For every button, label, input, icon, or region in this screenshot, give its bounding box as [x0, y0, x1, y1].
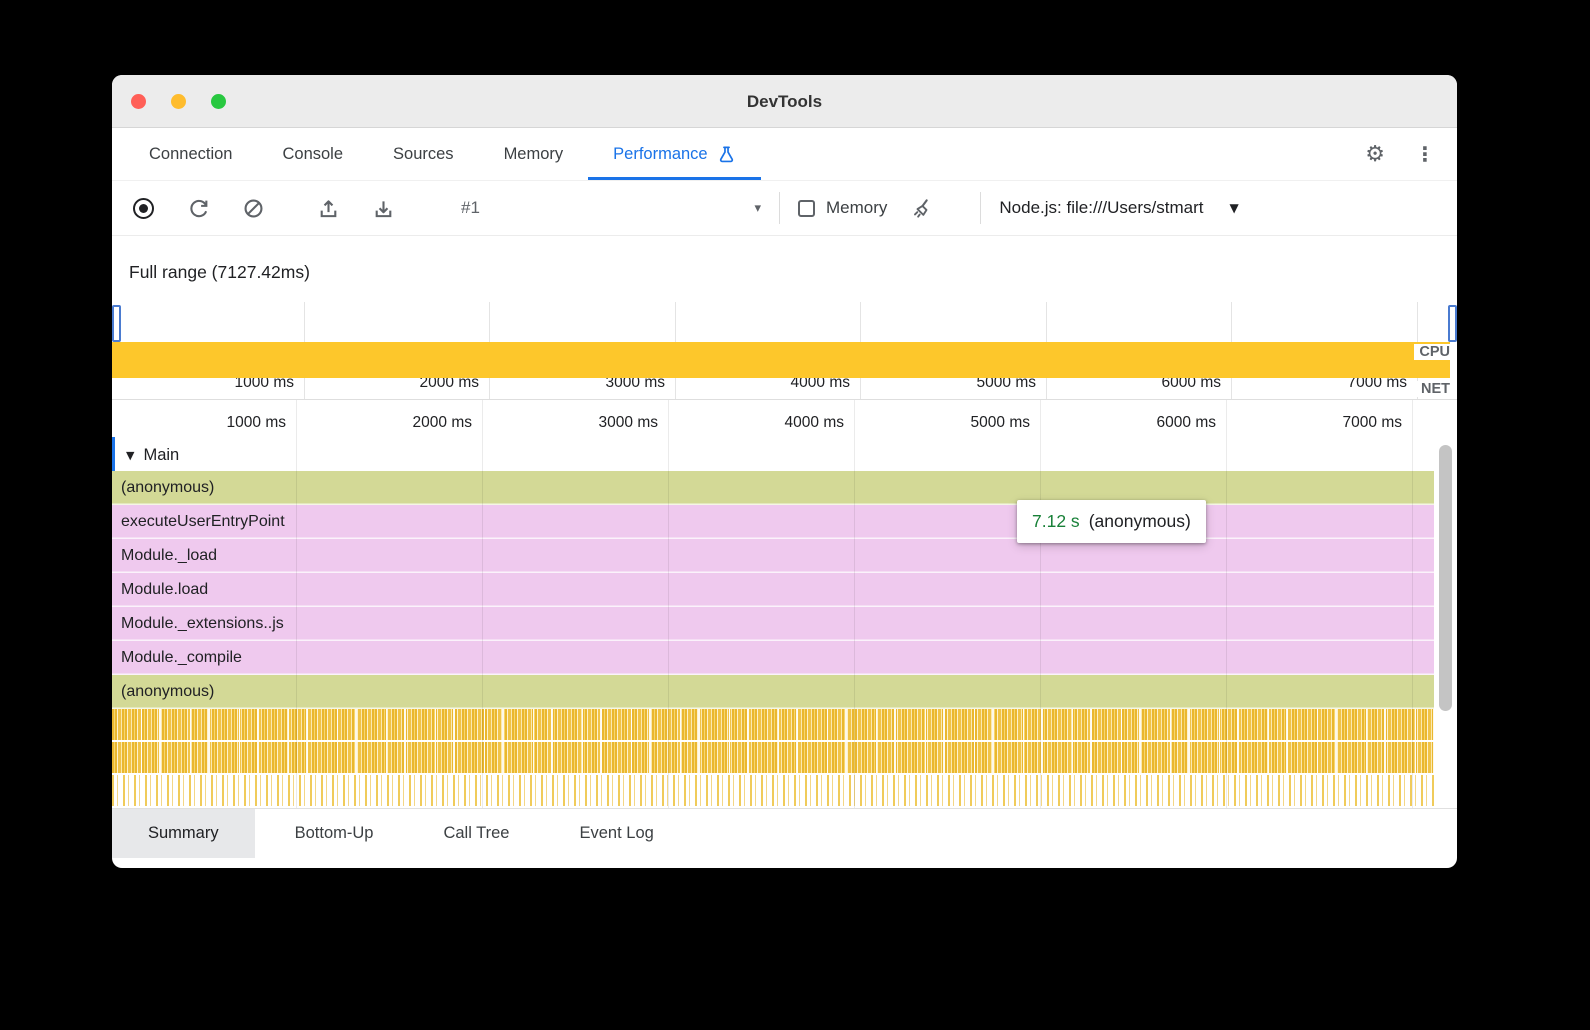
- target-chevron-down-icon[interactable]: ▼: [1229, 201, 1238, 215]
- record-button[interactable]: [128, 193, 158, 223]
- flame-frame-execute-user-entry-point[interactable]: executeUserEntryPoint: [112, 505, 1434, 539]
- ruler-tick-label: 2000 ms: [413, 414, 472, 432]
- tooltip-duration: 7.12 s: [1032, 511, 1080, 532]
- tab-bottom-up[interactable]: Bottom-Up: [265, 809, 404, 858]
- target-select-value[interactable]: Node.js: file:///Users/stmart: [999, 198, 1203, 218]
- reload-and-record-button[interactable]: [183, 193, 213, 223]
- window-title: DevTools: [112, 75, 1457, 128]
- minimize-window-button[interactable]: [171, 94, 186, 109]
- traffic-lights: [131, 94, 226, 109]
- titlebar: DevTools: [112, 75, 1457, 128]
- garbage-collect-broom-icon: [911, 197, 934, 220]
- range-handle-left[interactable]: [112, 305, 121, 342]
- ruler-tick-label: 4000 ms: [785, 414, 844, 432]
- memory-checkbox[interactable]: [798, 200, 815, 217]
- memory-checkbox-label: Memory: [826, 198, 887, 218]
- collapse-triangle-icon[interactable]: ▼: [126, 449, 134, 462]
- block-icon: [242, 197, 265, 220]
- upload-icon: [317, 197, 340, 220]
- timeline-overview[interactable]: 1000 ms 2000 ms 3000 ms 4000 ms 5000 ms …: [112, 302, 1457, 400]
- tabbar-right-controls: ⚙ ⋮: [1365, 128, 1457, 180]
- ruler-tick-label: 5000 ms: [971, 414, 1030, 432]
- grid-line: [668, 400, 669, 808]
- grid-line: [1040, 400, 1041, 808]
- panel-tabbar: Connection Console Sources Memory Perfor…: [112, 128, 1457, 181]
- save-profile-button[interactable]: [368, 193, 398, 223]
- flame-frame-anonymous[interactable]: (anonymous): [112, 471, 1434, 505]
- flame-frame-module-compile[interactable]: Module._compile: [112, 641, 1434, 675]
- main-track-header[interactable]: ▼ Main: [112, 440, 1457, 471]
- flame-frame-module-extensions-js[interactable]: Module._extensions..js: [112, 607, 1434, 641]
- flame-chart[interactable]: 1000 ms 2000 ms 3000 ms 4000 ms 5000 ms …: [112, 400, 1457, 808]
- profile-history-select[interactable]: #1 ▾: [461, 198, 761, 218]
- ruler-tick-label: 3000 ms: [599, 414, 658, 432]
- main-track-label: Main: [143, 446, 179, 465]
- grid-line: [854, 400, 855, 808]
- tab-performance-label: Performance: [613, 145, 707, 164]
- ruler-tick-label: 1000 ms: [227, 414, 286, 432]
- vertical-scrollbar-thumb[interactable]: [1439, 445, 1452, 711]
- grid-line: [1226, 400, 1227, 808]
- net-label: NET: [1416, 381, 1455, 397]
- tab-console-label: Console: [282, 145, 343, 164]
- tab-performance[interactable]: Performance: [588, 128, 760, 180]
- cpu-label: CPU: [1414, 344, 1455, 360]
- flame-microtasks-band[interactable]: [112, 742, 1434, 773]
- details-tabbar: Summary Bottom-Up Call Tree Event Log: [112, 808, 1457, 858]
- flame-rows: (anonymous) executeUserEntryPoint Module…: [112, 471, 1434, 709]
- grid-line: [1412, 400, 1413, 808]
- frame-tooltip: 7.12 s (anonymous): [1017, 500, 1206, 543]
- devtools-window: DevTools Connection Console Sources Memo…: [112, 75, 1457, 868]
- close-window-button[interactable]: [131, 94, 146, 109]
- clear-button[interactable]: [238, 193, 268, 223]
- grid-line: [296, 400, 297, 808]
- tab-connection-label: Connection: [149, 145, 232, 164]
- zoom-window-button[interactable]: [211, 94, 226, 109]
- grid-line: [482, 400, 483, 808]
- more-options-icon[interactable]: ⋮: [1415, 142, 1435, 166]
- download-icon: [372, 197, 395, 220]
- tooltip-frame-name: (anonymous): [1089, 511, 1191, 532]
- flame-microtasks-band[interactable]: [112, 775, 1434, 806]
- collect-garbage-button[interactable]: [907, 193, 937, 223]
- toolbar-divider: [980, 192, 981, 224]
- profile-history-value: #1: [461, 198, 480, 218]
- tab-sources-label: Sources: [393, 145, 454, 164]
- flame-microtasks-band[interactable]: [112, 709, 1434, 740]
- reload-icon: [187, 197, 210, 220]
- chevron-down-icon: ▾: [754, 201, 761, 216]
- flame-ruler: 1000 ms 2000 ms 3000 ms 4000 ms 5000 ms …: [112, 400, 1457, 440]
- ruler-tick-label: 7000 ms: [1343, 414, 1402, 432]
- tab-memory-label: Memory: [504, 145, 564, 164]
- tab-summary[interactable]: Summary: [112, 809, 255, 858]
- tab-connection[interactable]: Connection: [124, 128, 257, 180]
- range-handle-right[interactable]: [1448, 305, 1457, 342]
- net-activity-band[interactable]: [112, 379, 1457, 400]
- tab-memory[interactable]: Memory: [479, 128, 589, 180]
- record-icon: [133, 198, 154, 219]
- flask-icon: [717, 145, 736, 164]
- load-profile-button[interactable]: [313, 193, 343, 223]
- settings-gear-icon[interactable]: ⚙: [1365, 142, 1385, 167]
- selected-track-indicator: [112, 437, 115, 471]
- performance-toolbar: #1 ▾ Memory Node.js: file:///Users/stmar…: [112, 181, 1457, 236]
- cpu-activity-band[interactable]: [112, 342, 1450, 378]
- ruler-tick-label: 6000 ms: [1157, 414, 1216, 432]
- flame-frame-module-load-underscore[interactable]: Module._load: [112, 539, 1434, 573]
- tab-event-log[interactable]: Event Log: [549, 809, 683, 858]
- tab-console[interactable]: Console: [257, 128, 368, 180]
- toolbar-divider: [779, 192, 780, 224]
- tab-sources[interactable]: Sources: [368, 128, 479, 180]
- full-range-label: Full range (7127.42ms): [112, 236, 1457, 302]
- flame-frame-anonymous-2[interactable]: (anonymous): [112, 675, 1434, 709]
- flame-frame-module-load[interactable]: Module.load: [112, 573, 1434, 607]
- tab-call-tree[interactable]: Call Tree: [413, 809, 539, 858]
